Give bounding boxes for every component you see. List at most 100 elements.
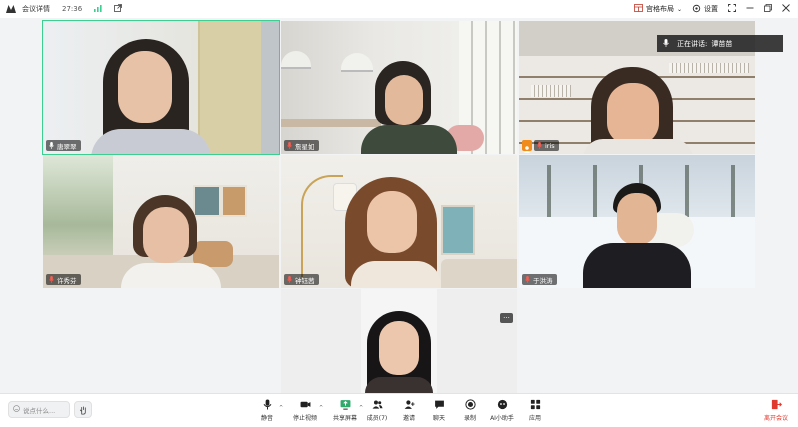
participant-name: 詹星如 xyxy=(295,142,315,151)
fullscreen-icon[interactable] xyxy=(728,4,736,14)
layout-label: 宫格布局 xyxy=(645,5,674,13)
apps-button[interactable]: 应用 xyxy=(520,399,550,422)
microphone-muted-icon xyxy=(525,276,530,283)
table xyxy=(281,119,381,127)
person-face xyxy=(617,193,657,245)
sofa xyxy=(441,259,517,288)
video-tile[interactable]: 钟钰茜 xyxy=(281,155,517,288)
close-icon[interactable] xyxy=(782,4,790,14)
person-body xyxy=(583,243,691,288)
participant-name: 唐翠翠 xyxy=(57,142,77,151)
leave-meeting-button[interactable]: 离开会议 xyxy=(760,399,792,422)
stop-video-label: 停止视频 xyxy=(292,415,317,422)
emoji-icon xyxy=(13,405,20,414)
wall-art xyxy=(221,185,247,217)
speaking-indicator: 正在讲话: 谭苗苗 xyxy=(657,35,783,52)
stop-video-button[interactable]: 停止视频 xyxy=(290,399,320,422)
video-options-chevron-icon[interactable]: ^ xyxy=(319,405,323,411)
apps-icon xyxy=(530,399,540,410)
speaking-label: 正在讲话: xyxy=(677,39,708,48)
meeting-toolbar: 说点什么... 静音 ^ 停止视频 ^ 共享屏幕 ^ 成员(7) 邀请 聊天 录… xyxy=(0,393,798,427)
members-icon xyxy=(372,400,383,409)
door-edge xyxy=(261,21,279,154)
restore-icon[interactable] xyxy=(764,4,772,14)
network-signal-icon xyxy=(94,4,102,14)
ai-assistant-label: AI小助手 xyxy=(490,415,514,422)
person-body xyxy=(361,125,457,154)
participant-nametag: 詹星如 xyxy=(284,140,319,151)
participant-nametag: iris xyxy=(534,140,559,151)
gear-icon xyxy=(692,4,701,15)
members-label: 成员(7) xyxy=(366,415,388,422)
door xyxy=(198,21,262,154)
ai-assistant-button[interactable]: AI小助手 xyxy=(487,399,517,422)
app-logo-icon xyxy=(6,5,16,13)
person-face xyxy=(385,75,423,125)
chat-placeholder: 说点什么... xyxy=(23,406,56,415)
person-body xyxy=(91,129,211,154)
chat-icon xyxy=(434,400,444,409)
chat-button[interactable]: 聊天 xyxy=(424,399,454,422)
person-face xyxy=(379,321,419,375)
video-tile[interactable]: 詹星如 xyxy=(281,21,517,154)
wall-art xyxy=(441,205,475,255)
raise-hand-button[interactable] xyxy=(74,401,92,418)
wall-art xyxy=(193,185,221,217)
share-screen-button[interactable]: 共享屏幕 xyxy=(330,399,360,422)
participant-nametag: 许秀芬 xyxy=(46,274,81,285)
video-grid: 唐翠翠 詹星如 iris 许秀芬 钟钰茜 于洪涛 正在讲话: 谭苗苗 ··· xyxy=(0,18,798,393)
meeting-details-link[interactable]: 会议详情 xyxy=(22,4,50,14)
person-face xyxy=(607,83,659,145)
participant-name: 许秀芬 xyxy=(57,276,77,285)
speaking-name: 谭苗苗 xyxy=(711,39,733,48)
settings-label: 设置 xyxy=(704,5,718,13)
participant-name: 于洪涛 xyxy=(533,276,553,285)
video-tile[interactable] xyxy=(281,289,517,393)
mute-options-chevron-icon[interactable]: ^ xyxy=(279,405,283,411)
video-tile[interactable]: 许秀芬 xyxy=(43,155,279,288)
camera-icon xyxy=(300,401,310,408)
host-badge-icon xyxy=(522,140,532,153)
record-label: 录制 xyxy=(463,415,476,422)
share-screen-label: 共享屏幕 xyxy=(332,415,357,422)
person-face xyxy=(143,207,189,263)
participant-name: 钟钰茜 xyxy=(295,276,315,285)
microphone-muted-icon xyxy=(287,276,292,283)
grid-layout-icon xyxy=(634,4,643,14)
books xyxy=(531,85,571,97)
record-icon xyxy=(464,399,476,410)
invite-button[interactable]: 邀请 xyxy=(394,399,424,422)
person-body xyxy=(351,261,441,288)
microphone-muted-icon xyxy=(287,142,292,149)
layout-button[interactable]: 宫格布局 ⌄ xyxy=(634,4,682,14)
members-button[interactable]: 成员(7) xyxy=(362,399,392,422)
share-screen-icon xyxy=(340,400,350,410)
popout-icon[interactable] xyxy=(114,4,123,14)
record-button[interactable]: 录制 xyxy=(455,399,485,422)
person-body xyxy=(365,377,433,393)
microphone-icon xyxy=(263,399,271,410)
microphone-icon xyxy=(49,142,54,149)
chat-label: 聊天 xyxy=(432,415,445,422)
microphone-icon xyxy=(663,38,669,49)
apps-label: 应用 xyxy=(528,415,541,422)
person-face xyxy=(367,191,417,253)
quick-chat-input[interactable]: 说点什么... xyxy=(8,401,70,418)
minimize-icon[interactable] xyxy=(746,4,754,14)
participant-nametag: 唐翠翠 xyxy=(46,140,81,151)
microphone-muted-icon xyxy=(49,276,54,283)
invite-icon xyxy=(404,400,415,409)
chevron-down-icon: ⌄ xyxy=(676,5,682,13)
mute-label: 静音 xyxy=(260,415,273,422)
meeting-timer: 27:36 xyxy=(62,5,83,13)
title-bar: 会议详情 27:36 宫格布局 ⌄ 设置 xyxy=(0,0,798,18)
video-tile[interactable]: 唐翠翠 xyxy=(42,20,280,155)
more-options-button[interactable]: ··· xyxy=(500,313,513,323)
settings-button[interactable]: 设置 xyxy=(692,4,718,15)
person-body xyxy=(121,263,221,288)
leave-meeting-label: 离开会议 xyxy=(763,415,788,422)
participant-nametag: 于洪涛 xyxy=(522,274,557,285)
participant-name: iris xyxy=(545,141,555,150)
mute-button[interactable]: 静音 xyxy=(252,399,282,422)
video-tile[interactable]: 于洪涛 xyxy=(519,155,755,288)
